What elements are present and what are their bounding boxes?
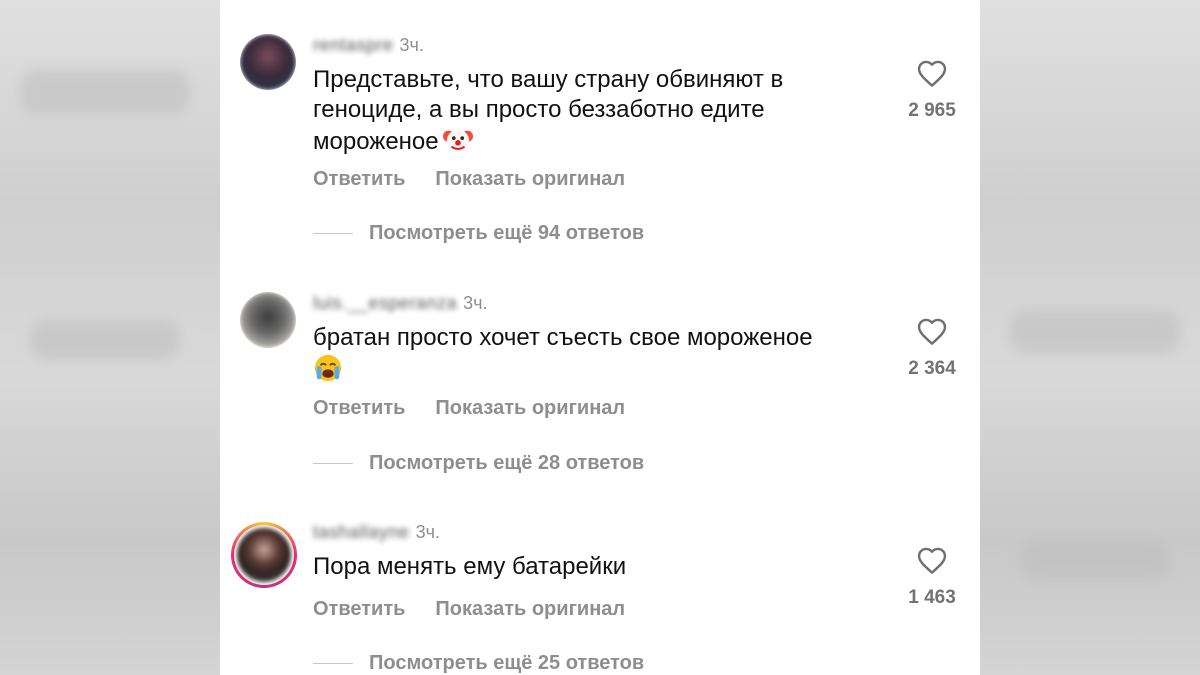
comment-text: Пора менять ему батарейки [313, 552, 873, 582]
comment-text: братан просто хочет съесть свое морожено… [313, 323, 873, 385]
username[interactable]: rentaspre [313, 35, 394, 56]
avatar[interactable] [240, 34, 296, 90]
replies-divider [313, 232, 353, 235]
comment-actions: Ответить Показать оригинал [313, 598, 625, 621]
show-original-button[interactable]: Показать оригинал [435, 397, 625, 419]
background-blur-shape [1010, 310, 1180, 354]
background-blur-shape [20, 70, 190, 114]
view-replies-label: Посмотреть ещё 25 ответов [369, 652, 645, 674]
like-block: 1 463 [890, 545, 974, 609]
view-replies-label: Посмотреть ещё 28 ответов [369, 452, 645, 474]
show-original-button[interactable]: Показать оригинал [435, 168, 625, 190]
view-replies-button[interactable]: Посмотреть ещё 28 ответов [313, 452, 644, 475]
comment-text-body: Представьте, что вашу страну обвиняют в … [313, 66, 784, 155]
username[interactable]: luis.__esperanza [313, 293, 457, 314]
comment-meta: tashallayne 3ч. [313, 522, 440, 543]
background-blur-shape [1020, 540, 1170, 580]
like-count: 1 463 [908, 587, 956, 608]
avatar[interactable] [240, 292, 296, 348]
like-count: 2 364 [908, 358, 956, 379]
comment-actions: Ответить Показать оригинал [313, 168, 625, 191]
reply-button[interactable]: Ответить [313, 598, 405, 620]
show-original-button[interactable]: Показать оригинал [435, 598, 625, 620]
timestamp: 3ч. [463, 293, 488, 313]
heart-outline-icon[interactable] [916, 58, 948, 88]
clown-face-icon [442, 129, 473, 153]
view-replies-label: Посмотреть ещё 94 ответов [369, 222, 645, 244]
replies-divider [313, 462, 353, 465]
comment-meta: rentaspre 3ч. [313, 35, 424, 56]
heart-outline-icon[interactable] [916, 316, 948, 346]
replies-divider [313, 662, 353, 665]
like-block: 2 965 [890, 58, 974, 122]
view-replies-button[interactable]: Посмотреть ещё 94 ответов [313, 222, 644, 245]
timestamp: 3ч. [415, 522, 440, 542]
heart-outline-icon[interactable] [916, 545, 948, 575]
like-count: 2 965 [908, 100, 956, 121]
comment-text-body: братан просто хочет съесть свое морожено… [313, 324, 813, 351]
view-replies-button[interactable]: Посмотреть ещё 25 ответов [313, 652, 644, 675]
loudly-crying-face-icon [314, 354, 342, 382]
comments-panel: rentaspre 3ч. Представьте, что вашу стра… [220, 0, 980, 675]
comment-actions: Ответить Показать оригинал [313, 397, 625, 420]
timestamp: 3ч. [399, 35, 424, 55]
reply-button[interactable]: Ответить [313, 168, 405, 190]
username[interactable]: tashallayne [313, 522, 410, 543]
like-block: 2 364 [890, 316, 974, 380]
comment-text-body: Пора менять ему батарейки [313, 553, 627, 580]
background-blur-shape [30, 320, 180, 360]
reply-button[interactable]: Ответить [313, 397, 405, 419]
comment-text: Представьте, что вашу страну обвиняют в … [313, 65, 873, 157]
comment-meta: luis.__esperanza 3ч. [313, 293, 487, 314]
avatar-with-story[interactable] [231, 522, 297, 588]
